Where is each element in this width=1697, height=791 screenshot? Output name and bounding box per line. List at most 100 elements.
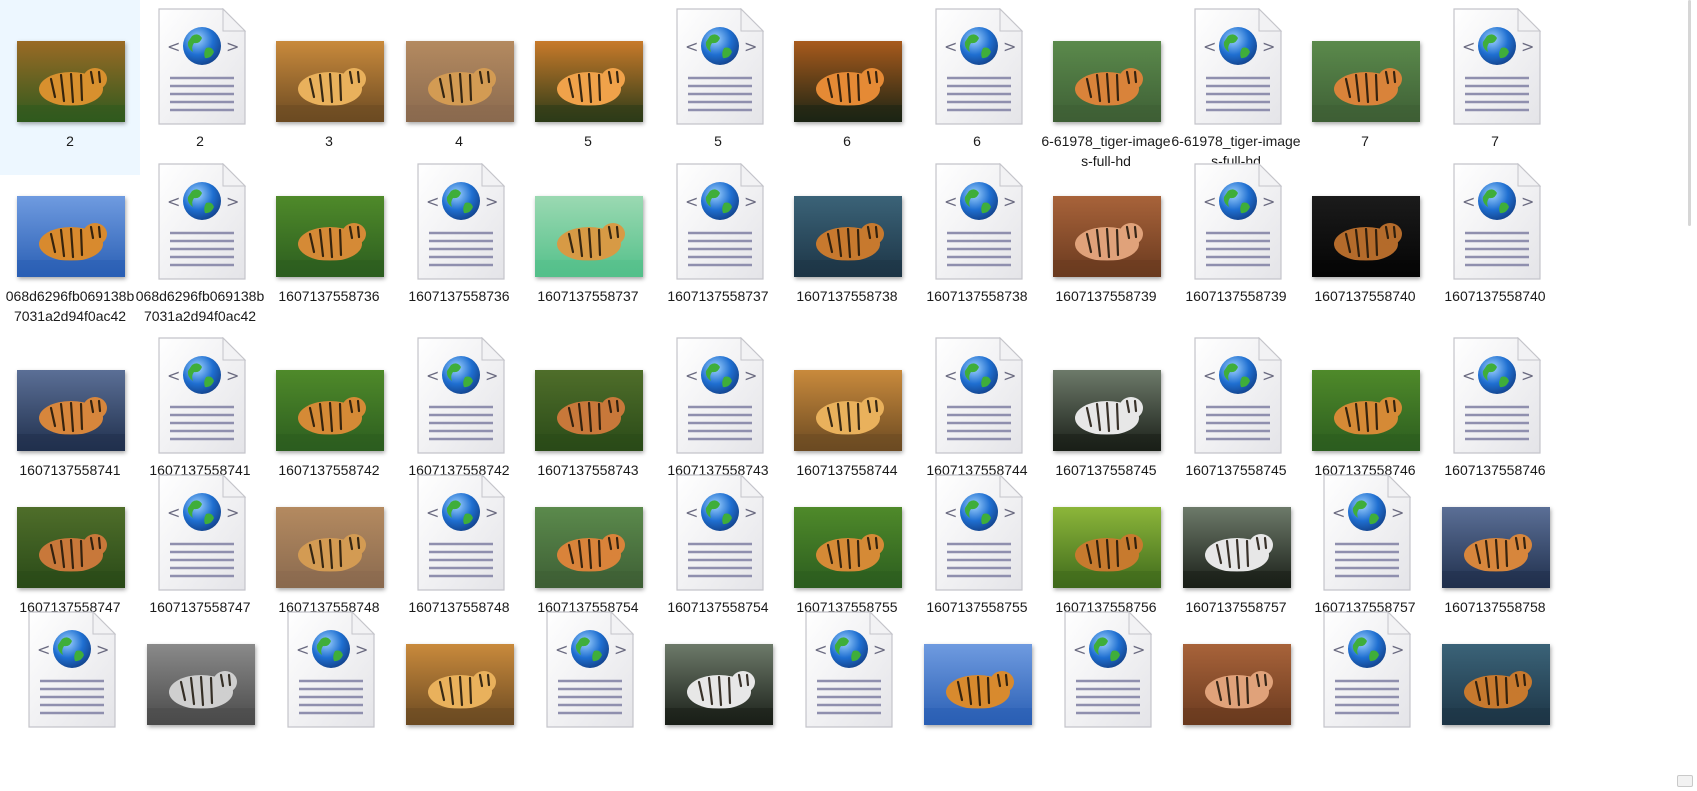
svg-text:<: < (426, 366, 439, 385)
file-name-label: 1607137558739 (1185, 288, 1287, 304)
file-name-label: 2 (66, 133, 74, 149)
file-item[interactable]: 6-61978_tiger-images-full-hd (1036, 0, 1176, 175)
file-name-label: 068d6296fb069138b7031a2d94f0ac42 (5, 288, 135, 324)
svg-text:>: > (1132, 640, 1145, 659)
svg-text:<: < (944, 366, 957, 385)
svg-text:>: > (1003, 503, 1016, 522)
svg-text:<: < (1332, 640, 1345, 659)
file-item[interactable]: < > 1607137558738 (907, 155, 1047, 330)
file-name-label: 3 (325, 133, 333, 149)
file-item[interactable]: 4 (389, 0, 529, 175)
file-item[interactable]: 3 (259, 0, 399, 175)
image-thumbnail (535, 41, 643, 122)
file-item[interactable] (130, 603, 270, 778)
svg-text:<: < (814, 640, 827, 659)
file-item[interactable]: < > (777, 603, 917, 778)
html-document-icon: < > (415, 162, 507, 281)
image-thumbnail (1053, 507, 1161, 588)
svg-text:<: < (685, 366, 698, 385)
file-item[interactable]: < > 1607137558737 (648, 155, 788, 330)
svg-text:>: > (1003, 37, 1016, 56)
file-item[interactable]: 1607137558739 (1036, 155, 1176, 330)
svg-text:<: < (944, 503, 957, 522)
file-item[interactable]: 5 (518, 0, 658, 175)
file-item[interactable]: 1607137558736 (259, 155, 399, 330)
file-name-label: 6 (973, 133, 981, 149)
file-item[interactable]: 2 (0, 0, 140, 175)
file-item[interactable]: < > 6 (907, 0, 1047, 175)
file-item[interactable]: < > (1295, 603, 1435, 778)
html-document-icon: < > (674, 162, 766, 281)
file-item[interactable] (907, 603, 1047, 778)
html-document-icon: < > (26, 610, 118, 729)
file-item[interactable]: < > 1607137558736 (389, 155, 529, 330)
image-thumbnail (17, 196, 125, 277)
svg-text:>: > (744, 366, 757, 385)
image-thumbnail (794, 41, 902, 122)
svg-text:>: > (226, 192, 239, 211)
svg-text:>: > (96, 640, 109, 659)
svg-text:<: < (167, 366, 180, 385)
file-item[interactable]: 6 (777, 0, 917, 175)
image-thumbnail (924, 644, 1032, 725)
file-name-label: 1607137558740 (1314, 288, 1416, 304)
html-document-icon: < > (1192, 336, 1284, 455)
svg-text:>: > (1521, 366, 1534, 385)
image-thumbnail (535, 370, 643, 451)
file-name-label: 7 (1491, 133, 1499, 149)
html-document-icon: < > (415, 473, 507, 592)
html-document-icon: < > (1321, 473, 1413, 592)
file-item[interactable]: < > 6-61978_tiger-images-full-hd (1166, 0, 1306, 175)
file-item[interactable]: < > 7 (1425, 0, 1565, 175)
file-item[interactable]: < > (0, 603, 140, 778)
image-thumbnail (1312, 370, 1420, 451)
svg-text:>: > (1003, 366, 1016, 385)
scrollbar-thumb[interactable] (1688, 0, 1691, 226)
svg-text:>: > (1521, 192, 1534, 211)
html-document-icon: < > (1451, 336, 1543, 455)
vertical-scrollbar[interactable] (1677, 0, 1697, 791)
svg-text:<: < (1203, 37, 1216, 56)
file-item[interactable]: 068d6296fb069138b7031a2d94f0ac42 (0, 155, 140, 330)
svg-text:>: > (226, 503, 239, 522)
image-thumbnail (276, 507, 384, 588)
html-document-icon: < > (156, 473, 248, 592)
svg-text:>: > (744, 37, 757, 56)
svg-text:<: < (1203, 366, 1216, 385)
file-item[interactable]: < > 5 (648, 0, 788, 175)
file-item[interactable]: < > 068d6296fb069138b7031a2d94f0ac42 (130, 155, 270, 330)
file-name-label: 1607137558739 (1055, 288, 1157, 304)
html-document-icon: < > (1321, 610, 1413, 729)
file-item[interactable]: < > 2 (130, 0, 270, 175)
svg-text:<: < (1462, 366, 1475, 385)
file-item[interactable]: 7 (1295, 0, 1435, 175)
html-document-icon: < > (933, 7, 1025, 126)
image-thumbnail (276, 41, 384, 122)
file-item[interactable]: < > 1607137558739 (1166, 155, 1306, 330)
image-thumbnail (276, 370, 384, 451)
svg-text:<: < (1462, 37, 1475, 56)
file-item[interactable]: < > (518, 603, 658, 778)
file-item[interactable]: < > 1607137558740 (1425, 155, 1565, 330)
file-item[interactable]: < > (1036, 603, 1176, 778)
file-item[interactable] (1425, 603, 1565, 778)
image-thumbnail (665, 644, 773, 725)
image-thumbnail (794, 196, 902, 277)
file-item[interactable]: 1607137558740 (1295, 155, 1435, 330)
svg-text:<: < (426, 192, 439, 211)
file-item[interactable] (389, 603, 529, 778)
file-item[interactable] (648, 603, 788, 778)
svg-text:>: > (1391, 640, 1404, 659)
image-thumbnail (1442, 644, 1550, 725)
svg-text:<: < (944, 192, 957, 211)
file-item[interactable]: 1607137558738 (777, 155, 917, 330)
image-thumbnail (17, 41, 125, 122)
file-item[interactable] (1166, 603, 1306, 778)
svg-text:>: > (1262, 366, 1275, 385)
file-item[interactable]: < > (259, 603, 399, 778)
image-thumbnail (794, 507, 902, 588)
html-document-icon: < > (933, 336, 1025, 455)
image-thumbnail (1312, 41, 1420, 122)
file-item[interactable]: 1607137558737 (518, 155, 658, 330)
svg-text:<: < (685, 192, 698, 211)
